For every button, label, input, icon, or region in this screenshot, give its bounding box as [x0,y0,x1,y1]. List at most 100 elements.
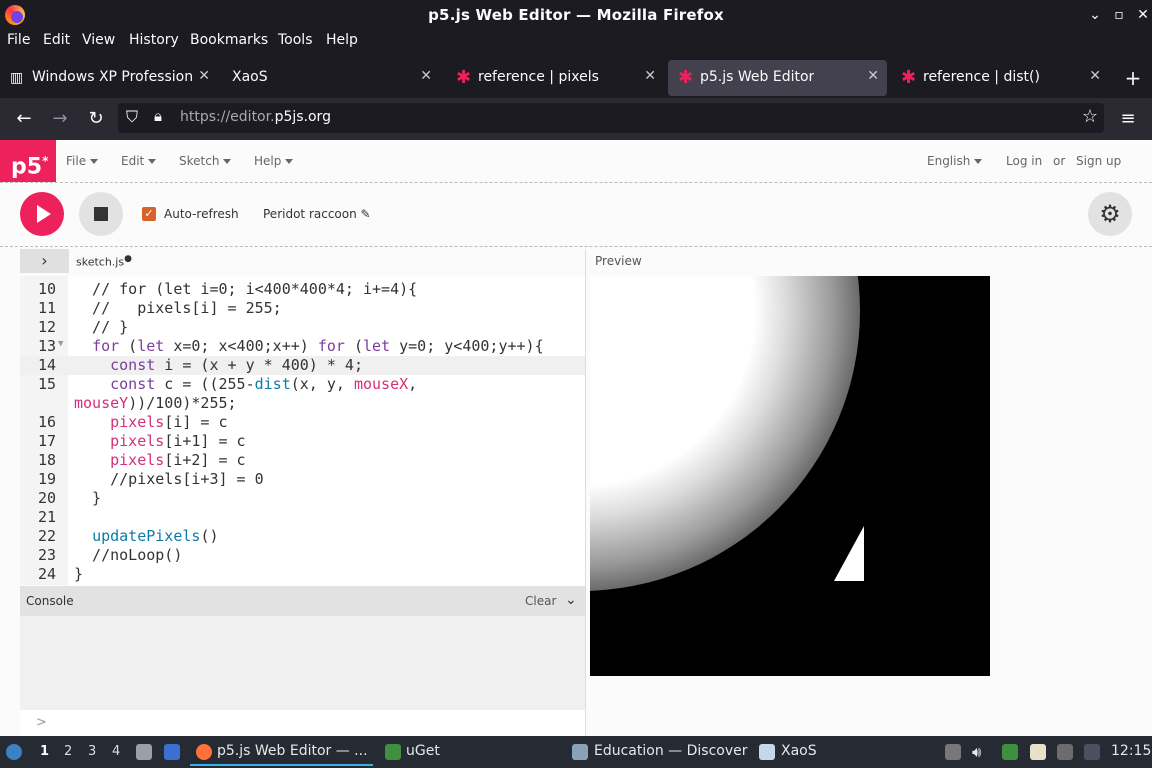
header-divider [0,182,1152,183]
maximize-icon[interactable]: ▫ [1109,5,1129,25]
new-tab-icon[interactable]: + [1118,60,1148,96]
code-line[interactable]: 11 // pixels[i] = 255; [20,299,585,318]
sidebar-toggle-button[interactable]: › [20,249,69,273]
p5-menu-sketch[interactable]: Sketch [179,154,232,168]
volume-icon[interactable]: 🔊︎ [972,743,981,761]
task-discover[interactable]: Education — Discover [594,743,747,759]
hamburger-menu-icon[interactable]: ≡ [1117,108,1139,130]
task-p5-editor[interactable]: p5.js Web Editor — ... [217,743,368,759]
p5-menu-edit[interactable]: Edit [121,154,157,168]
url-text[interactable]: https://editor.p5js.org [180,109,331,125]
code-line[interactable]: 23 //noLoop() [20,546,585,565]
menu-bar: File Edit View History Bookmarks Tools H… [0,30,1152,54]
uget-tray-icon[interactable] [1002,744,1018,760]
menu-tools[interactable]: Tools [278,32,313,48]
stop-button[interactable] [79,192,123,236]
taskbar: 1 2 3 4 p5.js Web Editor — ... uGet Educ… [0,736,1152,768]
minimize-icon[interactable]: ⌄ [1085,5,1105,25]
lock-icon[interactable]: 🔒︎ [154,107,162,125]
menu-help[interactable]: Help [326,32,358,48]
code-text: pixels[i+2] = c [110,451,246,469]
code-line[interactable]: 24} [20,565,585,584]
discover-icon [572,744,588,760]
forward-icon[interactable]: → [49,108,71,130]
chevron-down-icon[interactable]: ⌄ [565,592,577,608]
menu-bookmarks[interactable]: Bookmarks [190,32,268,48]
bookmark-star-icon[interactable]: ☆ [1082,106,1098,127]
code-line[interactable]: 14 const i = (x + y * 400) * 4; [20,356,585,375]
console-clear-button[interactable]: Clear [525,594,556,608]
network-tray-icon[interactable] [1084,744,1100,760]
auto-refresh-checkbox[interactable]: ✓ [142,207,156,221]
canvas-white-triangle [834,526,864,581]
toolbar-divider [0,246,1152,247]
language-select[interactable]: English [927,154,983,168]
settings-button[interactable]: ⚙ [1088,192,1132,236]
code-line[interactable]: 10 // for (let i=0; i<400*400*4; i+=4){ [20,280,585,299]
code-line[interactable]: 20 } [20,489,585,508]
code-line[interactable]: 18 pixels[i+2] = c [20,451,585,470]
code-line[interactable]: 12 // } [20,318,585,337]
code-line[interactable]: mouseY))/100)*255; [20,394,585,413]
address-bar[interactable]: ⛉ 🔒︎ https://editor.p5js.org ☆ [118,103,1104,133]
signup-link[interactable]: Sign up [1076,154,1121,168]
code-editor[interactable]: 10 // for (let i=0; i<400*400*4; i+=4){1… [20,276,585,585]
notes-tray-icon[interactable] [1030,744,1046,760]
tab-reference-pixels[interactable]: ✱ reference | pixels ✕ [446,60,664,96]
tab-close-icon[interactable]: ✕ [420,68,432,84]
code-line[interactable]: 22 updatePixels() [20,527,585,546]
login-link[interactable]: Log in [1006,154,1042,168]
close-icon[interactable]: ✕ [1133,5,1152,25]
line-number: 19 [37,470,56,488]
desktop-icon[interactable] [164,744,180,760]
line-number: 20 [37,489,56,507]
files-icon[interactable] [136,744,152,760]
file-tab-sketch[interactable]: sketch.js● [76,254,132,269]
menu-view[interactable]: View [82,32,115,48]
workspace-4[interactable]: 4 [112,744,120,759]
pane-divider[interactable] [585,249,586,736]
line-number: 13 [37,337,56,355]
reload-icon[interactable]: ↻ [85,108,107,130]
tab-xaos[interactable]: XaoS ✕ [222,60,440,96]
code-line[interactable]: 15 const c = ((255-dist(x, y, mouseX, [20,375,585,394]
code-line[interactable]: 16 pixels[i] = c [20,413,585,432]
preview-canvas[interactable] [590,276,990,676]
code-text: pixels[i+1] = c [110,432,246,450]
code-line[interactable]: 17 pixels[i+1] = c [20,432,585,451]
code-line[interactable]: 19 //pixels[i+3] = 0 [20,470,585,489]
tab-windows-xp[interactable]: ▥ Windows XP Professional ✕ [0,60,218,96]
code-line[interactable]: 21 [20,508,585,527]
sketch-name[interactable]: Peridot raccoon ✎ [263,207,371,221]
p5-menu-file[interactable]: File [66,154,99,168]
tab-close-icon[interactable]: ✕ [1089,68,1101,84]
workspace-2[interactable]: 2 [64,744,72,759]
p5-logo[interactable]: p5* [0,140,56,182]
p5-menu-help[interactable]: Help [254,154,294,168]
clipboard-icon[interactable] [945,744,961,760]
code-text: const c = ((255-dist(x, y, mouseX, [110,375,418,393]
tab-p5-editor[interactable]: ✱ p5.js Web Editor ✕ [668,60,887,96]
chevron-down-icon [148,159,157,164]
menu-history[interactable]: History [129,32,179,48]
display-tray-icon[interactable] [1057,744,1073,760]
back-icon[interactable]: ← [13,108,35,130]
tab-reference-dist[interactable]: ✱ reference | dist() ✕ [891,60,1109,96]
task-xaos[interactable]: XaoS [781,743,817,759]
tab-close-icon[interactable]: ✕ [644,68,656,84]
tab-close-icon[interactable]: ✕ [867,68,879,84]
menu-edit[interactable]: Edit [43,32,70,48]
start-menu-icon[interactable] [6,744,22,760]
menu-file[interactable]: File [7,32,30,48]
code-line[interactable]: 13 ▼ for (let x=0; x<400;x++) for (let y=… [20,337,585,356]
play-button[interactable] [20,192,64,236]
tab-close-icon[interactable]: ✕ [198,68,210,84]
console-input[interactable]: > [20,710,585,736]
workspace-3[interactable]: 3 [88,744,96,759]
fold-arrow-icon[interactable]: ▼ [58,339,63,349]
chevron-down-icon [974,159,983,164]
shield-icon[interactable]: ⛉ [126,107,138,127]
task-uget[interactable]: uGet [406,743,440,759]
line-number: 22 [37,527,56,545]
workspace-1[interactable]: 1 [40,744,49,759]
